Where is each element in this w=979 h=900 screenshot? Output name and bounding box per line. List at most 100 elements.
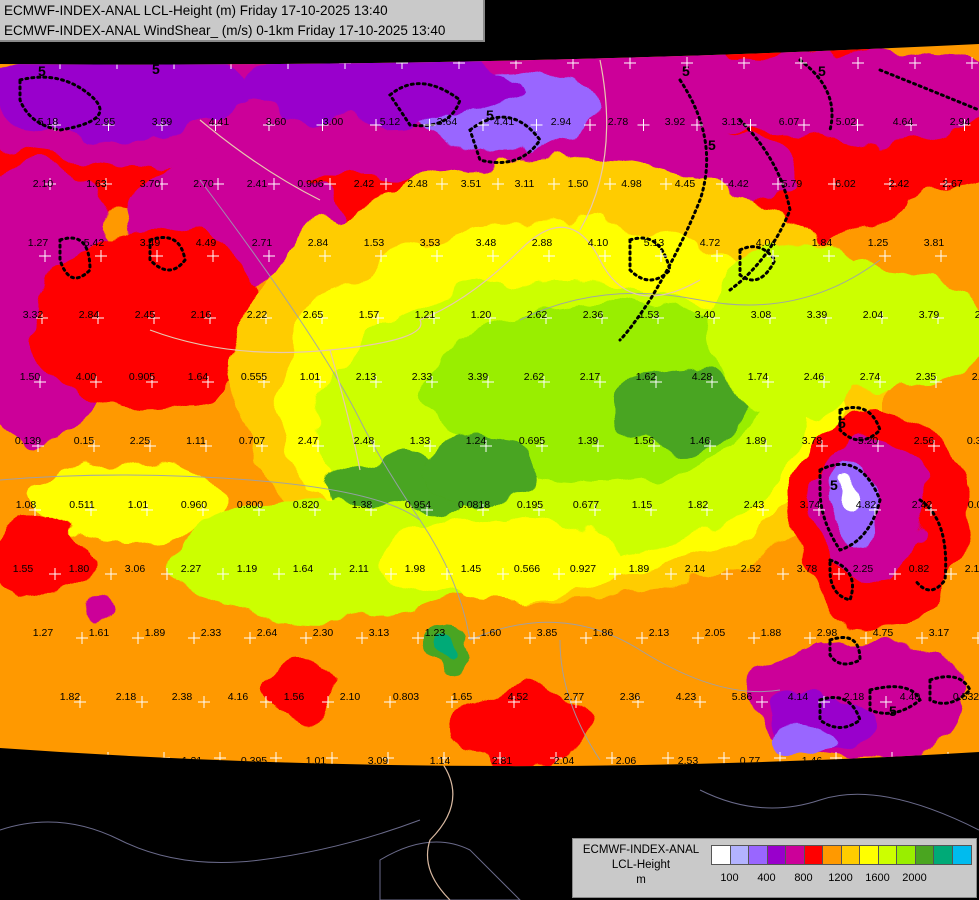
windshear-value: 1.64: [293, 563, 314, 575]
windshear-value: 0.803: [393, 691, 419, 703]
windshear-value: 3.39: [468, 371, 489, 383]
windshear-value: 3.74: [800, 499, 821, 511]
windshear-value: 4.98: [621, 178, 642, 190]
windshear-value: 1.98: [405, 563, 426, 575]
windshear-value: 0.707: [239, 435, 265, 447]
windshear-value: 4.52: [508, 691, 529, 703]
windshear-value: 0.677: [573, 499, 599, 511]
windshear-value: 5.42: [84, 237, 105, 249]
windshear-value: 3.39: [807, 309, 828, 321]
windshear-value: 3.32: [23, 309, 44, 321]
windshear-value: 1.62: [636, 371, 657, 383]
legend-tick-label: 1200: [828, 872, 853, 884]
windshear-value: 0.511: [69, 499, 95, 511]
windshear-contour-label: 5: [818, 63, 826, 79]
windshear-value: 1.50: [20, 371, 41, 383]
windshear-value: 2.48: [354, 435, 375, 447]
windshear-value: 3.13: [722, 116, 743, 128]
windshear-value: 2.11: [349, 563, 369, 575]
legend-variable: LCL-Height: [611, 859, 671, 871]
windshear-value: 1.84: [812, 237, 833, 249]
windshear-value: 4.16: [228, 691, 249, 703]
windshear-value: 1.63: [86, 178, 107, 190]
legend-tick-label: 400: [757, 872, 776, 884]
windshear-value: 1.25: [868, 237, 889, 249]
windshear-value: 1.46: [690, 435, 711, 447]
windshear-value: 2.62: [527, 309, 548, 321]
windshear-value: 0.139: [15, 435, 41, 447]
windshear-value: 2.33: [412, 371, 433, 383]
windshear-value: 3.70: [140, 178, 161, 190]
legend-tick-label: 1600: [865, 872, 890, 884]
windshear-value: 3.78: [802, 435, 823, 447]
windshear-value: 0.532: [953, 691, 979, 703]
windshear-value: 2.45: [135, 309, 156, 321]
windshear-value: 2.43: [744, 499, 765, 511]
windshear-value: 2.35: [916, 371, 937, 383]
windshear-value: 3.11: [515, 178, 535, 190]
windshear-value: 1.33: [410, 435, 431, 447]
legend-title: ECMWF-INDEX-ANAL: [582, 844, 700, 856]
windshear-value: 3.00: [323, 116, 344, 128]
windshear-contour-label: 5: [830, 477, 838, 493]
windshear-value: 3.13: [369, 627, 390, 639]
windshear-value: 0.800: [237, 499, 263, 511]
legend-caption: ECMWF-INDEX-ANAL LCL-Height m: [573, 843, 709, 888]
windshear-value: 2.36: [620, 691, 641, 703]
windshear-value: 4.41: [494, 116, 515, 128]
windshear-value: 2.25: [853, 563, 874, 575]
windshear-value: 2.70: [193, 178, 214, 190]
windshear-value: 2.30: [313, 627, 334, 639]
windshear-value: 2.41: [247, 178, 268, 190]
windshear-value: 1.89: [145, 627, 166, 639]
windshear-value: 3.51: [461, 178, 482, 190]
legend-tick-label: 800: [794, 872, 813, 884]
windshear-value: 0.954: [405, 499, 431, 511]
windshear-value: 2.62: [524, 371, 545, 383]
windshear-value: 3.81: [924, 237, 945, 249]
windshear-value: 5.79: [782, 178, 803, 190]
windshear-value: 2.25: [130, 435, 151, 447]
windshear-value: 1.82: [688, 499, 709, 511]
lcl-height-field: 5 55555555 5.18 2.95 3.59 4.41 3.60 3.00 5.12 3.…: [0, 44, 979, 767]
windshear-value: 2.74: [860, 371, 881, 383]
windshear-value: 1.19: [237, 563, 258, 575]
windshear-value: 4.28: [692, 371, 713, 383]
windshear-value: 5.20: [858, 435, 879, 447]
windshear-value: 2.10: [33, 178, 54, 190]
windshear-value: 2.98: [817, 627, 838, 639]
windshear-value: 4.00: [76, 371, 97, 383]
windshear-value: 2.42: [889, 178, 910, 190]
legend-tick-label: 2000: [902, 872, 927, 884]
windshear-value: 1.53: [639, 309, 660, 321]
legend-swatch: [896, 845, 916, 865]
windshear-value: 2.46: [804, 371, 825, 383]
windshear-contour-label: 5: [682, 63, 690, 79]
windshear-value: 3.49: [140, 237, 161, 249]
windshear-value: 0.905: [129, 371, 155, 383]
windshear-value: 1.56: [284, 691, 305, 703]
windshear-value: 2.14: [685, 563, 706, 575]
windshear-value: 4.64: [893, 116, 914, 128]
windshear-value: 4.40: [900, 691, 921, 703]
windshear-value: 2.04: [554, 755, 575, 767]
windshear-value: 1.38: [352, 499, 373, 511]
windshear-value: 3.59: [152, 116, 173, 128]
windshear-value: 2.88: [532, 237, 553, 249]
windshear-value: 4.75: [873, 627, 894, 639]
windshear-value: 2.81: [492, 755, 513, 767]
windshear-value: 2.42: [354, 178, 375, 190]
windshear-value: 4.04: [756, 237, 777, 249]
windshear-value: 2.77: [564, 691, 585, 703]
windshear-value: 2.65: [303, 309, 324, 321]
windshear-value: 3.17: [929, 627, 950, 639]
windshear-value: 1.80: [69, 563, 90, 575]
windshear-value: 2.42: [912, 499, 933, 511]
windshear-value: 4.82: [856, 499, 877, 511]
windshear-value: 2.04: [863, 309, 884, 321]
windshear-value: 1.82: [60, 691, 81, 703]
windshear-value: 1.55: [13, 563, 34, 575]
windshear-value: 2.13: [649, 627, 670, 639]
windshear-value: 1.20: [471, 309, 492, 321]
windshear-value: 0.195: [517, 499, 543, 511]
